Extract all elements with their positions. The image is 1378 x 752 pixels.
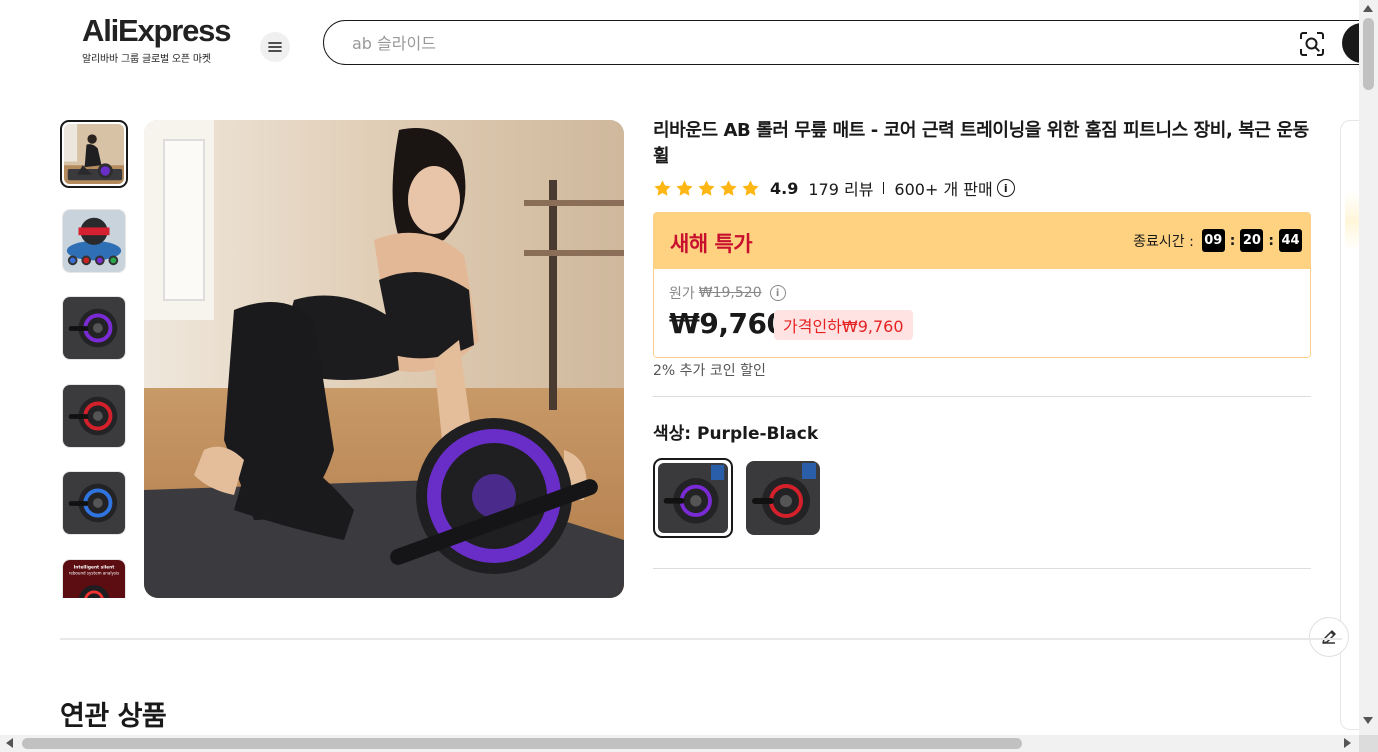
countdown-timer: 종료시간 : 09 : 20 : 44	[1133, 229, 1302, 252]
original-price: ₩19,520	[698, 285, 762, 301]
deal-title: 새해 특가	[670, 232, 753, 256]
section-separator	[60, 638, 1342, 640]
star-icon	[654, 179, 671, 196]
thumbnail-woman-ab-roller[interactable]	[60, 120, 128, 188]
thumbnail-text-line-2: rebound system analysis	[69, 571, 119, 576]
section-divider	[653, 396, 1311, 397]
pencil-icon	[1322, 630, 1336, 644]
star-rating[interactable]	[653, 179, 760, 198]
thumbnail-blue-roller[interactable]	[62, 471, 126, 535]
thumbnail-rebound-system[interactable]: Intelligent silent rebound system analysi…	[62, 559, 126, 598]
original-price-label: 원가	[669, 286, 695, 302]
deal-body: 원가 ₩19,520 i ₩9,760 가격인하₩9,760	[654, 269, 1310, 357]
scroll-right-arrow[interactable]	[1344, 738, 1351, 748]
star-icon	[742, 179, 759, 196]
scrollbar-thumb[interactable]	[1363, 18, 1374, 90]
horizontal-scrollbar[interactable]	[0, 735, 1359, 752]
color-option-red-black[interactable]	[746, 461, 820, 535]
star-icon	[676, 179, 693, 196]
hamburger-icon	[268, 42, 282, 52]
sold-count: 600+ 개 판매	[894, 180, 993, 199]
star-icon	[720, 179, 737, 196]
edit-button[interactable]	[1309, 617, 1349, 657]
original-price-row: 원가 ₩19,520 i	[669, 283, 786, 303]
deal-box: 새해 특가 종료시간 : 09 : 20 : 44 원가 ₩19,520 i ₩…	[653, 212, 1311, 358]
thumbnail-red-roller[interactable]	[62, 384, 126, 448]
thumbnail-roller-variants[interactable]	[62, 209, 126, 273]
product-title: 리바운드 AB 롤러 무릎 매트 - 코어 근력 트레이닝을 위한 홈짐 피트니…	[653, 120, 1309, 167]
scroll-down-arrow[interactable]	[1363, 717, 1373, 724]
related-products-heading: 연관 상품	[60, 701, 167, 732]
search-bar	[323, 20, 1378, 65]
countdown-colon: :	[1229, 232, 1236, 249]
camera-scan-icon[interactable]	[1299, 31, 1325, 57]
color-option-purple-black[interactable]	[653, 458, 733, 538]
thumbnail-purple-roller[interactable]	[62, 296, 126, 360]
brand-name: AliExpress	[82, 13, 231, 48]
discount-badge: 가격인하₩9,760	[774, 310, 913, 340]
rating-score: 4.9	[770, 178, 799, 198]
aliexpress-logo[interactable]: AliExpress 알리바바 그룹 글로벌 오픈 마켓	[82, 13, 242, 66]
main-product-image[interactable]	[144, 120, 624, 598]
vertical-scrollbar[interactable]	[1359, 0, 1378, 735]
brand-tagline: 알리바바 그룹 글로벌 오픈 마켓	[82, 54, 211, 65]
section-divider	[653, 568, 1311, 569]
color-label: 색상: Purple-Black	[653, 424, 819, 444]
thumbnail-list: Intelligent silent rebound system analysi…	[60, 120, 130, 598]
info-icon[interactable]: i	[769, 285, 786, 301]
scrollbar-thumb[interactable]	[22, 738, 1022, 749]
scroll-left-arrow[interactable]	[6, 738, 13, 748]
countdown-hours: 09	[1201, 229, 1225, 252]
sale-price: ₩9,760	[669, 307, 786, 340]
scrollbar-corner	[1359, 735, 1378, 752]
review-count-link[interactable]: 179 리뷰	[808, 176, 873, 200]
scroll-up-arrow[interactable]	[1363, 5, 1373, 12]
star-icon	[698, 179, 715, 196]
coin-discount-note: 2% 추가 코인 할인	[653, 363, 766, 379]
menu-button[interactable]	[260, 32, 290, 62]
countdown-label: 종료시간 :	[1133, 233, 1194, 250]
deal-header: 새해 특가 종료시간 : 09 : 20 : 44	[654, 213, 1310, 269]
countdown-minutes: 20	[1240, 229, 1264, 252]
search-input[interactable]	[352, 31, 1252, 55]
countdown-colon: :	[1268, 232, 1274, 249]
rating-row: 4.9 179 리뷰 600+ 개 판매 i	[653, 176, 1015, 200]
countdown-seconds: 44	[1279, 229, 1302, 252]
divider	[883, 182, 885, 194]
info-icon[interactable]: i	[996, 179, 1015, 197]
brand-rest: liExpress	[103, 13, 231, 48]
